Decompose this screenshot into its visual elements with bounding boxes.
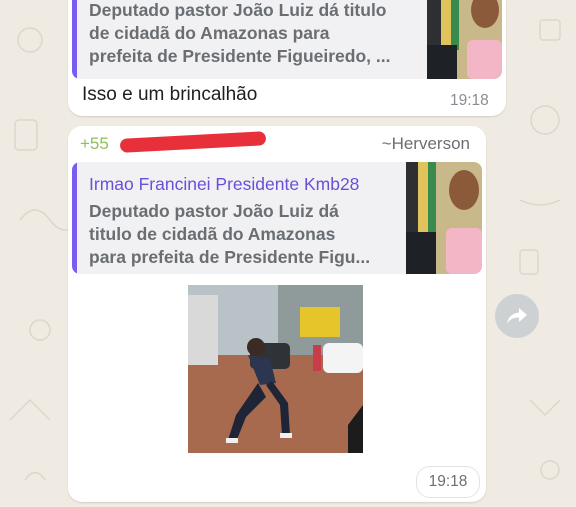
quoted-line: prefeita de Presidente Figueiredo, ... <box>89 46 391 66</box>
video-thumbnail[interactable] <box>188 285 363 453</box>
quote-accent-bar <box>72 162 77 274</box>
quote-accent-bar <box>72 0 77 79</box>
quoted-line: Deputado pastor João Luiz dá titulo <box>89 0 387 20</box>
message-text: Isso e um brincalhão <box>82 84 258 105</box>
sender-name[interactable]: ~Herverson <box>382 134 470 154</box>
quoted-thumbnail <box>427 0 502 79</box>
redaction-mark <box>119 131 267 153</box>
quoted-line: para prefeita de Presidente Figu... <box>89 247 371 267</box>
quoted-line: de cidadã do Amazonas para <box>89 23 330 43</box>
quoted-message[interactable]: Deputado pastor João Luiz dá titulo de c… <box>72 0 502 79</box>
sender-phone[interactable]: +55 <box>80 134 109 154</box>
quoted-text: Deputado pastor João Luiz dá titulo de c… <box>89 0 419 68</box>
quoted-thumbnail <box>406 162 482 274</box>
message-time: 19:18 <box>450 92 489 109</box>
forward-button[interactable] <box>495 294 539 338</box>
quoted-line: Deputado pastor João Luiz dá <box>89 201 339 221</box>
quoted-text: Deputado pastor João Luiz dá titulo de c… <box>89 200 399 269</box>
quoted-author: Irmao Francinei Presidente Kmb28 <box>89 174 360 194</box>
message-bubble[interactable]: +55 ~Herverson Irmao Francinei President… <box>68 126 486 502</box>
message-time: 19:18 <box>416 466 480 498</box>
quoted-line: titulo de cidadã do Amazonas <box>89 224 336 244</box>
quoted-message[interactable]: Irmao Francinei Presidente Kmb28 Deputad… <box>72 162 482 274</box>
forward-arrow-icon <box>506 306 528 326</box>
message-bubble[interactable]: Deputado pastor João Luiz dá titulo de c… <box>68 0 506 116</box>
